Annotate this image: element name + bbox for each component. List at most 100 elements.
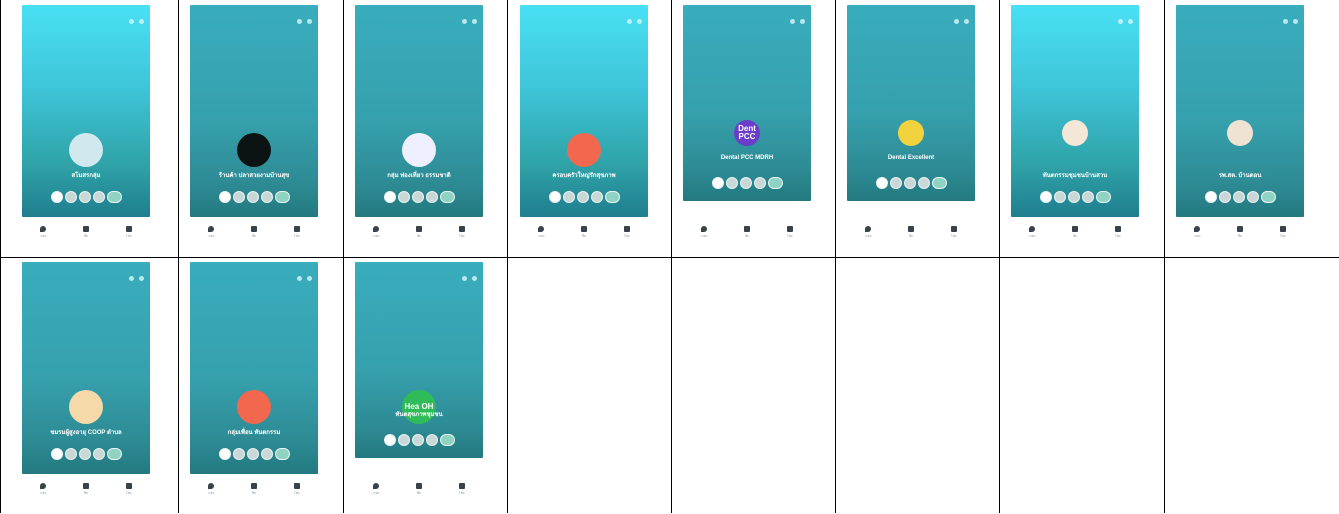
- note-button[interactable]: โน้ต: [786, 226, 793, 239]
- settings-icon[interactable]: [1283, 19, 1288, 24]
- chat-button[interactable]: แชท: [538, 226, 545, 239]
- feed-icon: [82, 483, 89, 489]
- more-members-badge[interactable]: [106, 448, 122, 460]
- feed-button[interactable]: ฟีด: [250, 226, 257, 239]
- chat-button[interactable]: แชท: [40, 226, 47, 239]
- cartoon-icon[interactable]: [69, 390, 103, 424]
- member-avatar: [246, 448, 259, 460]
- share-icon[interactable]: [472, 19, 477, 24]
- more-members-badge[interactable]: [604, 191, 620, 203]
- group-avatar[interactable]: Dent PCC: [734, 120, 760, 146]
- member-avatars[interactable]: [1176, 191, 1304, 203]
- member-avatar: [50, 448, 63, 460]
- note-button[interactable]: โน้ต: [1114, 226, 1121, 239]
- chat-button[interactable]: แชท: [208, 226, 215, 239]
- more-members-badge[interactable]: [439, 434, 455, 446]
- member-avatars[interactable]: [520, 191, 648, 203]
- share-icon[interactable]: [1128, 19, 1133, 24]
- settings-icon[interactable]: [1118, 19, 1123, 24]
- chat-button[interactable]: แชท: [1194, 226, 1201, 239]
- feed-label: ฟีด: [416, 491, 422, 495]
- logo-icon[interactable]: [402, 133, 436, 167]
- share-icon[interactable]: [800, 19, 805, 24]
- note-button[interactable]: โน้ต: [950, 226, 957, 239]
- settings-icon[interactable]: [954, 19, 959, 24]
- feed-button[interactable]: ฟีด: [580, 226, 587, 239]
- more-members-badge[interactable]: [439, 191, 455, 203]
- feed-button[interactable]: ฟีด: [415, 483, 422, 496]
- note-icon: [293, 483, 300, 489]
- note-label: โน้ต: [458, 491, 465, 495]
- share-icon[interactable]: [964, 19, 969, 24]
- member-avatars[interactable]: [355, 434, 483, 446]
- note-button[interactable]: โน้ต: [458, 483, 465, 496]
- more-members-badge[interactable]: [106, 191, 122, 203]
- member-avatars[interactable]: [190, 191, 318, 203]
- share-icon[interactable]: [472, 276, 477, 281]
- note-button[interactable]: โน้ต: [125, 483, 132, 496]
- feed-button[interactable]: ฟีด: [907, 226, 914, 239]
- more-members-badge[interactable]: [274, 448, 290, 460]
- feed-button[interactable]: ฟีด: [1071, 226, 1078, 239]
- more-members-badge[interactable]: [1260, 191, 1276, 203]
- settings-icon[interactable]: [297, 19, 302, 24]
- bottom-action-bar: แชท ฟีด โน้ต: [520, 226, 648, 239]
- settings-icon[interactable]: [790, 19, 795, 24]
- share-icon[interactable]: [637, 19, 642, 24]
- member-avatars[interactable]: [1011, 191, 1139, 203]
- chat-button[interactable]: แชท: [373, 483, 380, 496]
- member-avatars[interactable]: [22, 191, 150, 203]
- chat-button[interactable]: แชท: [1029, 226, 1036, 239]
- share-icon[interactable]: [1293, 19, 1298, 24]
- emoji-icon[interactable]: [898, 120, 924, 146]
- chat-button[interactable]: แชท: [701, 226, 708, 239]
- member-avatar: [64, 191, 77, 203]
- feed-button[interactable]: ฟีด: [82, 226, 89, 239]
- feed-button[interactable]: ฟีด: [250, 483, 257, 496]
- note-button[interactable]: โน้ต: [623, 226, 630, 239]
- more-members-badge[interactable]: [274, 191, 290, 203]
- note-icon: [125, 483, 132, 489]
- note-label: โน้ต: [125, 234, 132, 238]
- photo-icon[interactable]: [237, 133, 271, 167]
- member-avatars[interactable]: [22, 448, 150, 460]
- people-icon[interactable]: [69, 133, 103, 167]
- settings-icon[interactable]: [129, 19, 134, 24]
- chat-button[interactable]: แชท: [208, 483, 215, 496]
- more-members-badge[interactable]: [1095, 191, 1111, 203]
- chat-button[interactable]: แชท: [865, 226, 872, 239]
- member-avatars[interactable]: [355, 191, 483, 203]
- share-icon[interactable]: [307, 19, 312, 24]
- member-avatar: [218, 191, 231, 203]
- note-button[interactable]: โน้ต: [125, 226, 132, 239]
- share-icon[interactable]: [139, 19, 144, 24]
- note-button[interactable]: โน้ต: [458, 226, 465, 239]
- monk-icon[interactable]: [1227, 120, 1253, 146]
- feed-button[interactable]: ฟีด: [1236, 226, 1243, 239]
- chat-button[interactable]: แชท: [40, 483, 47, 496]
- note-button[interactable]: โน้ต: [1279, 226, 1286, 239]
- settings-icon[interactable]: [297, 276, 302, 281]
- note-button[interactable]: โน้ต: [293, 226, 300, 239]
- member-avatars[interactable]: [847, 177, 975, 189]
- mascot-icon[interactable]: [1062, 120, 1088, 146]
- settings-icon[interactable]: [462, 276, 467, 281]
- member-avatars[interactable]: [190, 448, 318, 460]
- share-icon[interactable]: [139, 276, 144, 281]
- feed-label: ฟีด: [744, 234, 750, 238]
- settings-icon[interactable]: [627, 19, 632, 24]
- feed-button[interactable]: ฟีด: [743, 226, 750, 239]
- member-avatars[interactable]: [683, 177, 811, 189]
- share-icon[interactable]: [307, 276, 312, 281]
- chat-label: แชท: [1029, 234, 1036, 238]
- more-members-badge[interactable]: [767, 177, 783, 189]
- circle-icon[interactable]: [567, 133, 601, 167]
- feed-button[interactable]: ฟีด: [415, 226, 422, 239]
- settings-icon[interactable]: [462, 19, 467, 24]
- chat-button[interactable]: แชท: [373, 226, 380, 239]
- note-button[interactable]: โน้ต: [293, 483, 300, 496]
- more-members-badge[interactable]: [931, 177, 947, 189]
- feed-button[interactable]: ฟีด: [82, 483, 89, 496]
- settings-icon[interactable]: [129, 276, 134, 281]
- circle-icon[interactable]: [237, 390, 271, 424]
